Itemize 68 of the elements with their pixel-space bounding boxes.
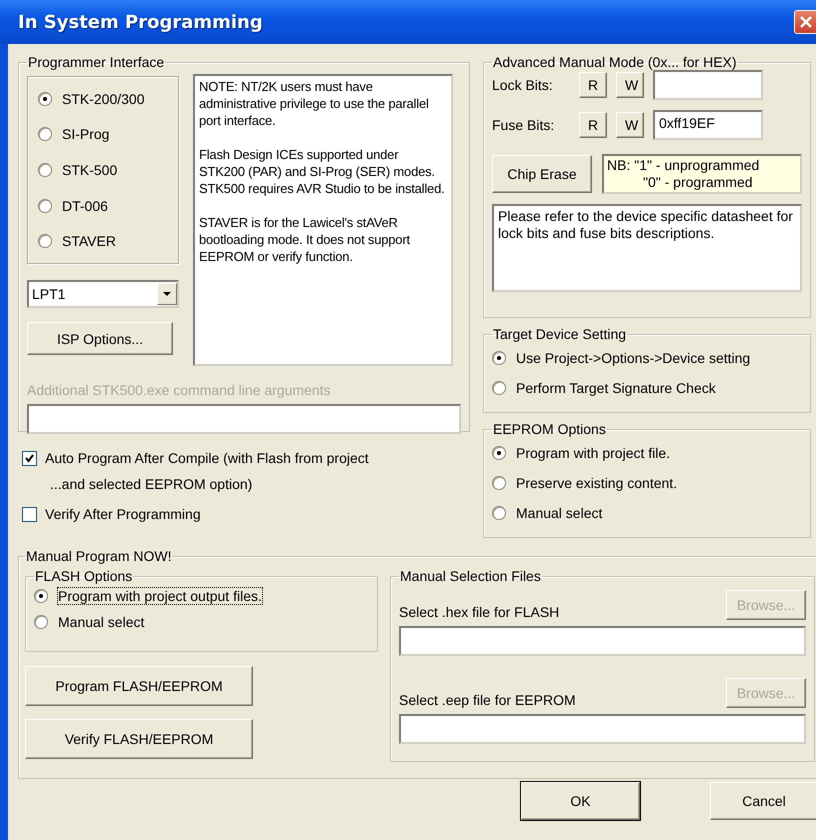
radio-button[interactable] [34, 589, 48, 603]
radio-button[interactable] [492, 381, 506, 395]
bits-field[interactable]: 0xff19EF [653, 110, 763, 140]
option-label[interactable]: STAVER [62, 233, 116, 250]
file-field[interactable] [399, 714, 806, 744]
program-button[interactable]: Verify FLASH/EEPROM [25, 719, 253, 759]
option-label[interactable]: DT-006 [62, 198, 108, 214]
nb-line: "0" - programmed [642, 174, 754, 191]
checkbox[interactable] [22, 450, 37, 466]
isp-options-button[interactable]: ISP Options... [27, 322, 173, 355]
arguments-label: Additional STK500.exe command line arguments [27, 382, 332, 398]
read-button[interactable]: R [579, 112, 607, 138]
write-button[interactable]: W [616, 112, 644, 138]
window-title: In System Programming [18, 12, 263, 32]
option-label[interactable]: Manual select [516, 505, 602, 521]
note-paragraph: NOTE: NT/2K users must have administrative privilege to use the parallel port interface. [199, 78, 430, 129]
group-title: Programmer Interface [27, 54, 166, 70]
radio-button[interactable] [38, 162, 52, 177]
read-button[interactable]: R [579, 72, 607, 98]
write-button[interactable]: W [616, 72, 644, 98]
group-title: Target Device Setting [492, 326, 628, 342]
option-label[interactable]: Use Project->Options->Device setting [516, 350, 750, 366]
option-label[interactable]: Perform Target Signature Check [516, 380, 716, 396]
checkbox-label[interactable]: Auto Program After Compile (with Flash from project [45, 450, 369, 466]
checkbox[interactable] [22, 506, 37, 522]
option-label[interactable]: SI-Prog [62, 126, 110, 142]
option-label[interactable]: STK-200/300 [62, 90, 144, 107]
group-title: Manual Program NOW! [25, 548, 172, 564]
radio-button[interactable] [492, 476, 506, 490]
radio-button[interactable] [492, 506, 506, 520]
arguments-field[interactable] [27, 404, 461, 434]
group-title: Manual Selection Files [399, 568, 542, 584]
bits-label: Fuse Bits: [492, 117, 556, 133]
dropdown-arrow-button[interactable] [157, 283, 177, 305]
radio-button[interactable] [38, 92, 52, 106]
nb-line: NB: "1" - unprogrammed [607, 157, 760, 174]
info-text: Please refer to the device specific datasheet for lock bits and fuse bits descriptions. [498, 208, 793, 241]
note-paragraph: Flash Design ICEs supported under STK200 (PAR) and SI-Prog (SER) modes. STK500 requires AVR Studio to be installed. [199, 146, 446, 197]
close-button[interactable] [794, 10, 816, 34]
radio-button[interactable] [34, 615, 48, 629]
radio-button[interactable] [492, 351, 506, 365]
radio-button[interactable] [38, 198, 52, 213]
radio-button[interactable] [492, 446, 506, 460]
dialog-button[interactable]: Cancel [710, 782, 816, 820]
bits-label: Lock Bits: [492, 77, 554, 93]
port-dropdown[interactable]: LPT1 [27, 280, 179, 308]
checkbox-label: ...and selected EEPROM option) [49, 476, 254, 492]
bits-field[interactable] [653, 70, 763, 100]
option-label[interactable]: Program with project output files. [58, 588, 262, 604]
radio-button[interactable] [38, 127, 52, 142]
caret-icon [163, 292, 171, 296]
option-label[interactable]: Program with project file. [516, 445, 670, 461]
close-icon [800, 16, 812, 28]
chip-erase-button[interactable]: Chip Erase [492, 155, 592, 193]
file-label: Select .eep file for EEPROM [399, 692, 576, 708]
dialog-button[interactable]: OK [521, 782, 640, 820]
group-title: FLASH Options [34, 568, 134, 584]
group-title: Advanced Manual Mode (0x... for HEX) [492, 54, 738, 70]
program-button[interactable]: Program FLASH/EEPROM [25, 666, 253, 706]
group-title: EEPROM Options [492, 421, 607, 437]
file-label: Select .hex file for FLASH [399, 604, 560, 620]
checkbox-label[interactable]: Verify After Programming [45, 506, 201, 522]
option-label[interactable]: STK-500 [62, 162, 118, 178]
radio-button[interactable] [38, 234, 52, 248]
option-label[interactable]: Preserve existing content. [516, 475, 678, 491]
file-field[interactable] [399, 626, 806, 656]
option-label[interactable]: Manual select [58, 614, 144, 630]
note-paragraph: STAVER is for the Lawicel's stAVeR bootloading mode. It does not support EEPROM or verify function. [199, 214, 411, 265]
